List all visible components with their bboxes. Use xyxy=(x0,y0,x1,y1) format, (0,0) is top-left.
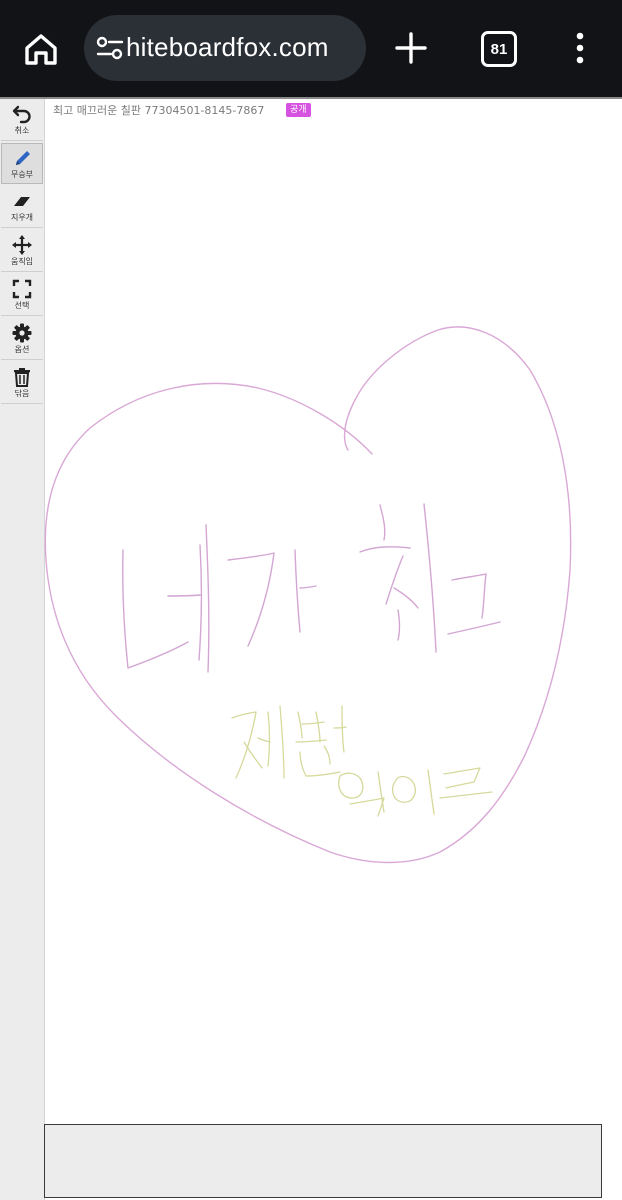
draw-tool-button[interactable]: 무승부 xyxy=(1,143,43,184)
tab-switcher-button[interactable]: 81 xyxy=(481,31,517,67)
home-icon xyxy=(25,34,57,65)
move-tool-label: 움직임 xyxy=(10,257,34,266)
undo-label: 취소 xyxy=(14,126,30,135)
move-icon xyxy=(12,235,32,255)
trash-icon xyxy=(14,368,30,387)
tab-count: 81 xyxy=(490,40,508,58)
clear-button[interactable]: 닦음 xyxy=(1,363,43,404)
eraser-icon xyxy=(14,197,30,206)
undo-button[interactable]: 취소 xyxy=(1,100,43,141)
options-button[interactable]: 옵션 xyxy=(1,319,43,360)
browser-menu-button[interactable] xyxy=(570,30,590,68)
address-bar[interactable]: hiteboardfox.com xyxy=(84,15,366,81)
handwriting-sub xyxy=(231,705,493,817)
tool-sidebar: 취소 무승부 지우개 움직임 선택 옵션 닦음 xyxy=(0,99,45,1200)
visibility-badge[interactable]: 공개 xyxy=(286,103,311,117)
select-tool-label: 선택 xyxy=(14,301,30,310)
move-tool-button[interactable]: 움직임 xyxy=(1,231,43,272)
select-icon xyxy=(12,279,32,299)
plus-icon xyxy=(395,32,427,64)
select-tool-button[interactable]: 선택 xyxy=(1,275,43,316)
app-divider xyxy=(0,97,622,99)
handwriting-main xyxy=(122,503,501,673)
bottom-panel xyxy=(44,1124,602,1198)
url-text: hiteboardfox.com xyxy=(126,32,329,62)
pencil-icon xyxy=(16,151,30,165)
board-title: 최고 매끄러운 칠판 77304501-8145-7867 xyxy=(53,104,265,117)
eraser-tool-label: 지우개 xyxy=(10,213,34,222)
whiteboard-canvas[interactable] xyxy=(44,117,622,1117)
options-label: 옵션 xyxy=(14,345,30,354)
browser-toolbar: hiteboardfox.com 81 xyxy=(0,0,622,97)
draw-tool-label: 무승부 xyxy=(10,170,34,179)
undo-icon xyxy=(12,105,31,124)
home-button[interactable] xyxy=(18,26,64,72)
eraser-tool-button[interactable]: 지우개 xyxy=(1,187,43,228)
clear-label: 닦음 xyxy=(14,389,30,398)
tune-icon[interactable] xyxy=(96,35,124,61)
new-tab-button[interactable] xyxy=(394,31,428,65)
more-vert-icon xyxy=(576,32,584,64)
heart-stroke xyxy=(44,326,572,864)
gear-icon xyxy=(12,323,32,343)
